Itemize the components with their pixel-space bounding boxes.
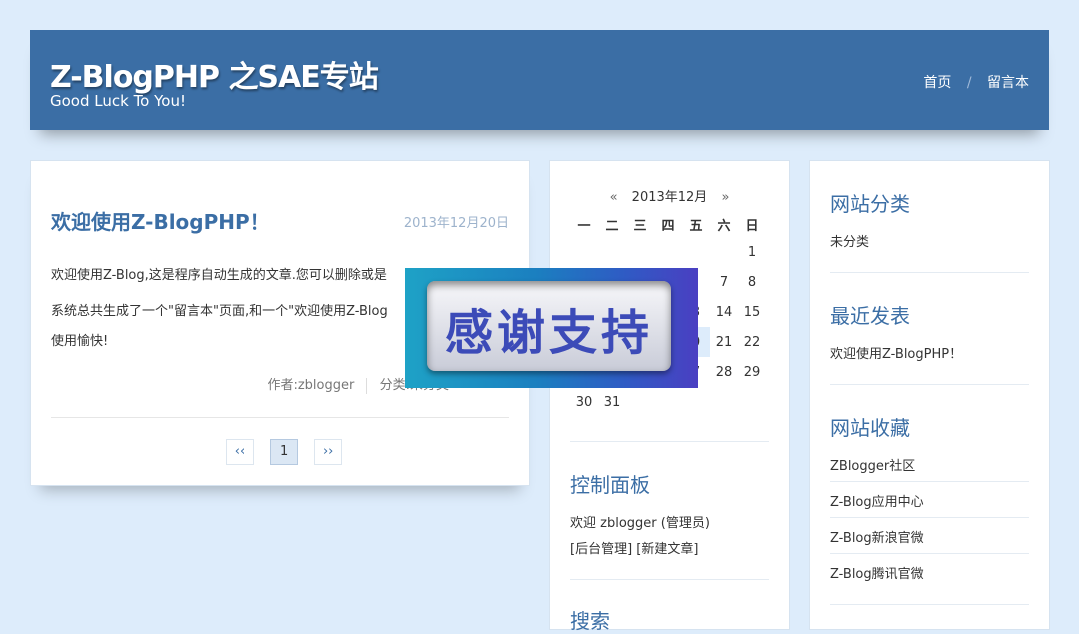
divider — [830, 272, 1029, 273]
calendar-day: 31 — [603, 394, 621, 410]
calendar-day — [626, 387, 654, 417]
weekday: 二 — [605, 218, 619, 234]
calendar-day — [710, 387, 738, 417]
weekday: 五 — [689, 218, 703, 234]
pagination: ‹‹ 1 ›› — [226, 439, 353, 465]
site-header: Z-BlogPHP 之SAE专站 Good Luck To You! 首页 / … — [30, 30, 1049, 130]
weekday: 六 — [717, 218, 731, 234]
calendar-day: 28 — [715, 364, 733, 380]
calendar-day: 1 — [747, 244, 757, 260]
page-1-button[interactable]: 1 — [270, 439, 299, 465]
calendar-next-link[interactable]: » — [721, 190, 729, 205]
top-nav: 首页 / 留言本 — [923, 72, 1029, 92]
next-page-button[interactable]: ›› — [314, 439, 343, 465]
calendar-day: 8 — [747, 274, 757, 290]
divider — [51, 417, 509, 418]
divider — [570, 579, 769, 580]
calendar-day: 14 — [715, 304, 733, 320]
calendar-day: 22 — [743, 334, 761, 350]
calendar-day — [654, 237, 682, 267]
favorite-link[interactable]: ZBlogger社区 — [830, 455, 915, 474]
nav-separator: / — [966, 75, 972, 91]
post-date: 2013年12月20日 — [403, 216, 509, 231]
post-author[interactable]: 作者:zblogger — [267, 378, 354, 393]
admin-link[interactable]: [后台管理] — [570, 542, 632, 557]
category-link[interactable]: 未分类 — [830, 231, 869, 250]
favorites-heading: 网站收藏 — [830, 416, 910, 440]
prev-page-button[interactable]: ‹‹ — [226, 439, 254, 465]
recent-posts-heading: 最近发表 — [830, 304, 910, 328]
calendar-day: 15 — [743, 304, 761, 320]
calendar-day — [738, 387, 766, 417]
calendar-day — [682, 387, 710, 417]
calendar-day: 30 — [575, 394, 593, 410]
divider — [830, 553, 1029, 554]
thanks-banner-plate: 感谢支持 — [427, 281, 671, 371]
sidebar-right: 网站分类 未分类 最近发表 欢迎使用Z-BlogPHP！ 网站收藏 ZBlogg… — [809, 160, 1050, 630]
calendar-month: 2013年12月 — [631, 190, 708, 205]
site-title[interactable]: Z-BlogPHP 之SAE专站 — [50, 52, 379, 96]
calendar-day — [654, 387, 682, 417]
calendar-day: 29 — [743, 364, 761, 380]
divider — [830, 481, 1029, 482]
favorite-link[interactable]: Z-Blog新浪官微 — [830, 527, 924, 546]
control-panel-welcome: 欢迎 zblogger (管理员) — [570, 516, 710, 531]
calendar-day — [598, 237, 626, 267]
post-paragraph-line: 使用愉快! — [51, 334, 109, 349]
divider — [570, 441, 769, 442]
calendar-day — [710, 237, 738, 267]
thanks-banner[interactable]: 感谢支持 — [405, 268, 698, 388]
recent-post-link[interactable]: 欢迎使用Z-BlogPHP！ — [830, 343, 962, 362]
control-panel-heading: 控制面板 — [570, 473, 650, 497]
calendar-day — [682, 237, 710, 267]
divider — [830, 384, 1029, 385]
divider — [830, 517, 1029, 518]
categories-heading: 网站分类 — [830, 192, 910, 216]
post-paragraph-line: 系统总共生成了一个"留言本"页面,和一个"欢迎使用Z-Blog — [51, 304, 388, 319]
favorite-link[interactable]: Z-Blog腾讯官微 — [830, 563, 924, 582]
weekday: 日 — [745, 218, 759, 234]
nav-home-link[interactable]: 首页 — [923, 75, 951, 91]
calendar-header: « 2013年12月 » — [550, 186, 789, 205]
nav-guestbook-link[interactable]: 留言本 — [987, 75, 1029, 91]
site-subtitle: Good Luck To You! — [50, 92, 186, 110]
calendar-day — [626, 237, 654, 267]
weekday: 一 — [577, 218, 591, 234]
calendar-day: 7 — [719, 274, 729, 290]
thanks-banner-text: 感谢支持 — [444, 305, 653, 361]
divider — [830, 604, 1029, 605]
calendar-week: 1 — [570, 237, 766, 267]
calendar-weekdays: 一 二 三 四 五 六 日 — [570, 211, 766, 237]
weekday: 四 — [661, 218, 675, 234]
favorite-link[interactable]: Z-Blog应用中心 — [830, 491, 924, 510]
post-title[interactable]: 欢迎使用Z-BlogPHP！ — [51, 206, 270, 235]
sidebar-middle: « 2013年12月 » 一 二 三 四 五 六 日 1 7 8 14 15 2… — [549, 160, 790, 633]
calendar-day: 21 — [715, 334, 733, 350]
calendar-day — [570, 237, 598, 267]
calendar-prev-link[interactable]: « — [610, 190, 618, 205]
weekday: 三 — [633, 218, 647, 234]
calendar-week: 30 31 — [570, 387, 766, 417]
meta-divider — [366, 377, 368, 394]
control-panel-links: [后台管理] [新建文章] — [570, 538, 698, 557]
search-heading: 搜索 — [570, 609, 610, 633]
new-post-link[interactable]: [新建文章] — [636, 542, 698, 557]
